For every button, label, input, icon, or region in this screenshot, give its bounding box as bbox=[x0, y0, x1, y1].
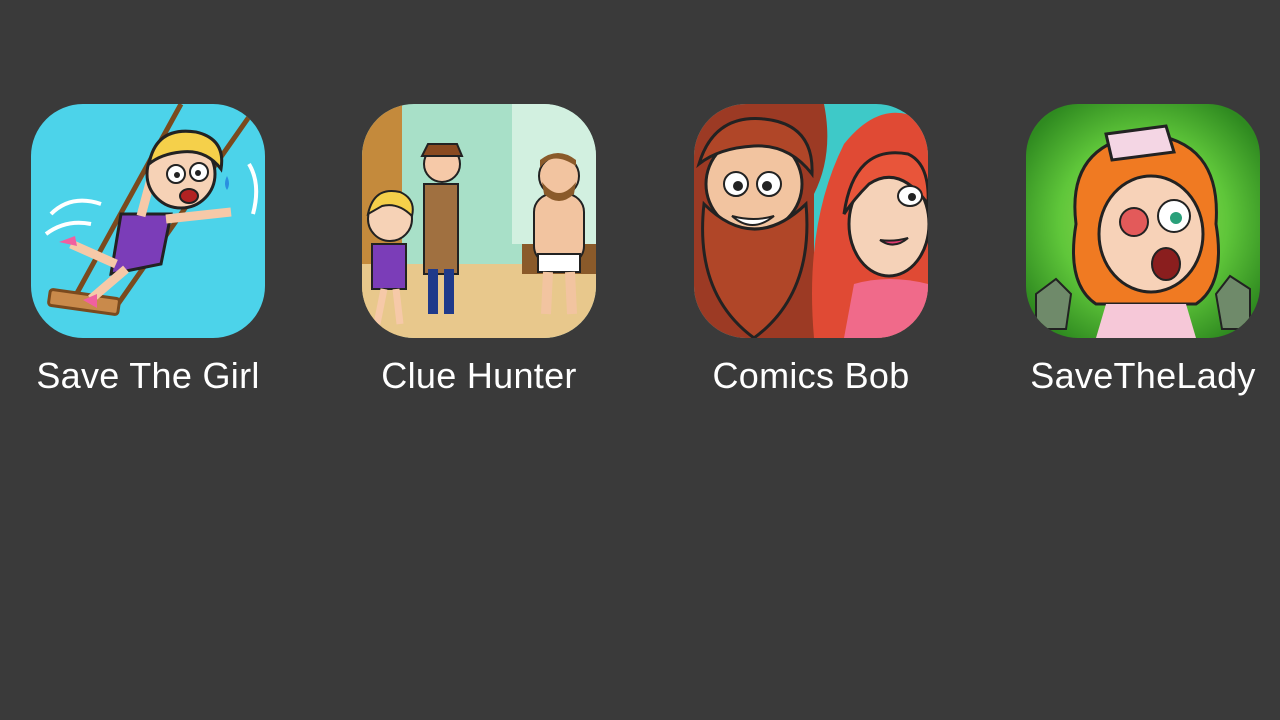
home-screen: Save The Girl Clue Hunter Comics Bob Sav… bbox=[0, 0, 1280, 720]
app-label: SaveTheLady bbox=[1030, 355, 1256, 396]
app-save-the-girl[interactable]: Save The Girl bbox=[31, 104, 265, 396]
clue-hunter-app-icon[interactable] bbox=[362, 104, 596, 338]
save-the-lady-app-icon[interactable] bbox=[1026, 104, 1260, 338]
comics-bob-app-icon[interactable] bbox=[694, 104, 928, 338]
app-clue-hunter[interactable]: Clue Hunter bbox=[362, 104, 596, 396]
save-the-girl-app-icon[interactable] bbox=[31, 104, 265, 338]
app-comics-bob[interactable]: Comics Bob bbox=[694, 104, 928, 396]
app-label: Clue Hunter bbox=[381, 355, 577, 396]
app-label: Comics Bob bbox=[712, 355, 910, 396]
app-save-the-lady[interactable]: SaveTheLady bbox=[1026, 104, 1260, 396]
app-label: Save The Girl bbox=[36, 355, 260, 396]
